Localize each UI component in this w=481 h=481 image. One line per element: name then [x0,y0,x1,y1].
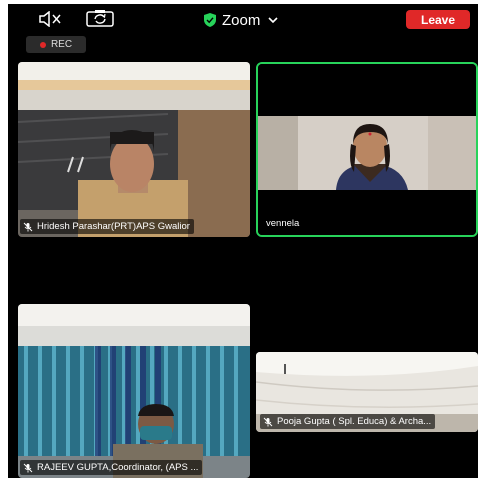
speaker-icon[interactable] [38,11,62,27]
participant-name: vennela [266,218,300,229]
shield-icon [204,13,216,27]
participant-name-label: vennela [263,216,303,231]
participant-name-label: Hridesh Parashar(PRT)APS Gwalior [20,219,194,234]
participant-video [18,304,250,478]
recording-badge[interactable]: REC [26,36,86,53]
meeting-toolbar: Zoom Leave [8,4,478,34]
meeting-title-menu[interactable]: Zoom [204,10,278,30]
participant-name: Hridesh Parashar(PRT)APS Gwalior [37,221,190,232]
participant-video-tile[interactable]: vennela [256,62,478,237]
participant-video [258,64,476,235]
participant-video-tile[interactable]: RAJEEV GUPTA,Coordinator, (APS ... [18,304,250,478]
mic-muted-icon [263,417,273,426]
leave-button[interactable]: Leave [406,10,470,29]
chevron-down-icon [268,17,278,24]
meeting-title: Zoom [222,11,261,29]
participant-name: Pooja Gupta ( Spl. Educa) & Archa... [277,416,432,427]
participant-video-tile[interactable]: Hridesh Parashar(PRT)APS Gwalior [18,62,250,237]
recording-label: REC [50,39,73,50]
participant-video [18,62,250,237]
participant-video-tile[interactable]: Pooja Gupta ( Spl. Educa) & Archa... [256,352,478,432]
recording-dot-icon [39,41,46,48]
mic-muted-icon [23,222,33,231]
mic-muted-icon [23,463,33,472]
participant-name: RAJEEV GUPTA,Coordinator, (APS ... [37,462,199,473]
camera-flip-icon[interactable] [86,9,114,27]
participant-name-label: RAJEEV GUPTA,Coordinator, (APS ... [20,460,203,475]
meeting-screen: Zoom Leave REC Hridesh Parashar(PRT)APS … [8,4,478,478]
participant-name-label: Pooja Gupta ( Spl. Educa) & Archa... [260,414,436,429]
